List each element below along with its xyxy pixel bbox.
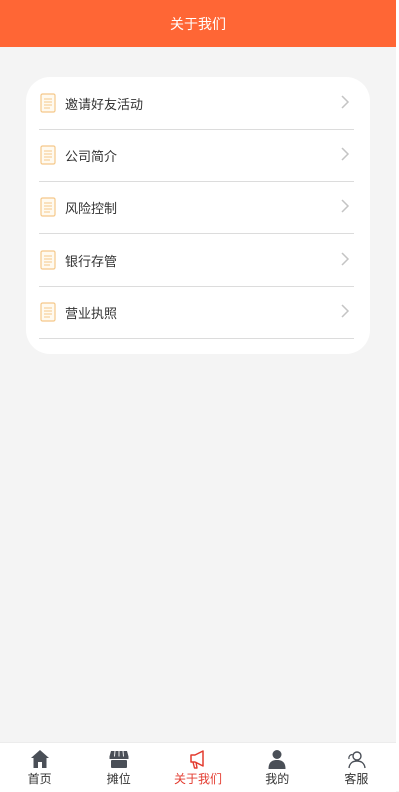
- megaphone-icon: [190, 750, 204, 769]
- tab-label: 我的: [265, 772, 290, 786]
- menu-item-label: 风险控制: [65, 201, 118, 217]
- tab-home[interactable]: 首页: [0, 743, 79, 792]
- page-title: 关于我们: [170, 16, 226, 33]
- tab-stalls[interactable]: 摊位: [79, 743, 158, 792]
- menu-item-bank-custody[interactable]: 银行存管: [39, 234, 354, 287]
- chevron-right-icon: [341, 95, 350, 109]
- menu-item-label: 银行存管: [65, 254, 118, 270]
- menu-item-invite-friends[interactable]: 邀请好友活动: [39, 77, 354, 130]
- menu-item-label: 营业执照: [65, 306, 118, 322]
- document-icon: [40, 302, 56, 322]
- document-icon: [40, 250, 56, 270]
- tab-mine[interactable]: 我的: [238, 743, 317, 792]
- page-header: 关于我们: [0, 0, 396, 47]
- document-icon: [40, 93, 56, 113]
- document-icon: [40, 197, 56, 217]
- tab-label: 客服: [344, 772, 369, 786]
- user-icon: [268, 750, 286, 769]
- chevron-right-icon: [341, 304, 350, 318]
- chevron-right-icon: [341, 147, 350, 161]
- menu-item-label: 公司简介: [65, 149, 118, 165]
- menu-item-risk-control[interactable]: 风险控制: [39, 181, 354, 234]
- tab-customer-service[interactable]: 客服: [317, 743, 396, 792]
- home-icon: [30, 750, 49, 768]
- bottom-tab-bar: 首页 摊位 关于我们 我的 客服: [0, 742, 396, 792]
- customer-service-icon: [348, 751, 367, 769]
- chevron-right-icon: [341, 199, 350, 213]
- store-icon: [109, 750, 129, 768]
- menu-item-label: 邀请好友活动: [65, 97, 144, 113]
- about-menu-card: 邀请好友活动 公司简介 风险控制 银行存管 营业执照: [26, 77, 370, 354]
- menu-item-company-profile[interactable]: 公司简介: [39, 129, 354, 182]
- menu-item-business-license[interactable]: 营业执照: [39, 286, 354, 339]
- document-icon: [40, 145, 56, 165]
- tab-about-us[interactable]: 关于我们: [158, 743, 237, 792]
- divider: [39, 338, 354, 339]
- tab-label: 摊位: [106, 772, 131, 786]
- tab-label: 关于我们: [174, 772, 223, 786]
- tab-label: 首页: [27, 772, 52, 786]
- chevron-right-icon: [341, 252, 350, 266]
